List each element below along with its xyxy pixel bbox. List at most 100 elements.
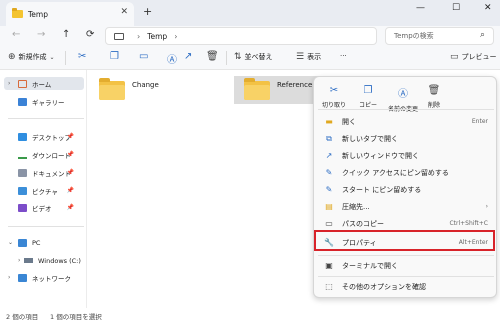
desktop-icon bbox=[18, 132, 27, 141]
refresh-button[interactable]: ⟳ bbox=[86, 29, 94, 40]
sidebar-item-downloads[interactable]: ダウンロード 📌 bbox=[4, 148, 84, 161]
sidebar-item-videos[interactable]: ビデオ 📌 bbox=[4, 201, 84, 214]
preview-button[interactable]: ▭ プレビュー bbox=[450, 52, 497, 62]
sidebar-item-windows-drive[interactable]: › Windows (C:) bbox=[14, 254, 86, 267]
sidebar-item-gallery[interactable]: ギャラリー bbox=[4, 95, 84, 108]
sidebar-label: ダウンロード bbox=[32, 151, 71, 160]
paste-icon[interactable]: ▭ bbox=[139, 51, 148, 62]
copy-icon: ❐ bbox=[363, 85, 373, 96]
sidebar-item-desktop[interactable]: デスクトップ 📌 bbox=[4, 130, 84, 143]
sidebar-item-pc[interactable]: ⌄ PC bbox=[4, 236, 84, 249]
breadcrumb-temp[interactable]: Temp bbox=[147, 32, 167, 41]
sidebar-label: ホーム bbox=[32, 80, 52, 89]
expand-caret[interactable]: › bbox=[8, 274, 10, 281]
share-icon[interactable]: ↗ bbox=[184, 51, 192, 62]
view-label: 表示 bbox=[307, 53, 322, 61]
close-window-button[interactable]: ✕ bbox=[484, 3, 492, 13]
new-label: 新規作成 bbox=[18, 53, 47, 61]
menu-shortcut: Ctrl+Shift+C bbox=[449, 220, 488, 227]
pc-icon bbox=[114, 32, 124, 40]
tab-close-icon[interactable]: ✕ bbox=[120, 7, 128, 17]
expand-caret[interactable]: ⌄ bbox=[8, 239, 13, 246]
minimize-button[interactable]: — bbox=[416, 3, 425, 13]
highlight-box bbox=[314, 230, 495, 251]
document-icon bbox=[18, 168, 27, 177]
sidebar-item-documents[interactable]: ドキュメント 📌 bbox=[4, 166, 84, 179]
sort-button[interactable]: ⇅ 並べ替え bbox=[234, 52, 273, 62]
copy-icon[interactable]: ❐ bbox=[110, 51, 119, 62]
submenu-chevron-icon: › bbox=[485, 203, 488, 210]
folder-item[interactable]: Change bbox=[89, 76, 219, 104]
menu-item-open-terminal[interactable]: ▣ ターミナルで開く bbox=[318, 257, 494, 274]
search-icon: ⌕ bbox=[479, 30, 485, 40]
folder-icon bbox=[244, 77, 270, 100]
menu-item-open-new-window[interactable]: ↗ 新しいウィンドウで開く bbox=[318, 147, 494, 164]
menu-divider bbox=[318, 109, 494, 110]
home-icon bbox=[18, 79, 27, 88]
pin-icon: 📌 bbox=[66, 187, 74, 194]
folder-name: Change bbox=[132, 81, 159, 89]
search-placeholder: Tempの検索 bbox=[394, 32, 434, 40]
menu-item-compress[interactable]: ▤ 圧縮先... › bbox=[318, 198, 494, 215]
delete-icon[interactable]: 🗑 bbox=[206, 51, 219, 62]
cut-icon[interactable]: ✂ bbox=[78, 51, 86, 62]
new-button[interactable]: ⊕ 新規作成 ⌄ bbox=[8, 52, 58, 62]
cut-icon: ✂ bbox=[329, 85, 339, 96]
pin-icon: 📌 bbox=[66, 151, 74, 158]
maximize-button[interactable]: ☐ bbox=[452, 3, 460, 13]
menu-label: クイック アクセスにピン留めする bbox=[342, 168, 449, 177]
status-bar: 2 個の項目 1 個の項目を選択 bbox=[0, 308, 500, 322]
menu-item-pin-quick-access[interactable]: ✎ クイック アクセスにピン留めする bbox=[318, 164, 494, 181]
expand-caret[interactable]: › bbox=[18, 257, 20, 264]
sidebar-label: ギャラリー bbox=[32, 98, 65, 107]
menu-label: スタート にピン留めする bbox=[342, 185, 422, 194]
sidebar-item-home[interactable]: › ホーム bbox=[4, 77, 84, 90]
expand-caret[interactable]: › bbox=[8, 80, 10, 87]
network-icon bbox=[18, 273, 27, 282]
back-button[interactable]: ← bbox=[12, 29, 20, 40]
sidebar-divider bbox=[8, 118, 84, 119]
sidebar-label: PC bbox=[32, 238, 41, 247]
sidebar-item-pictures[interactable]: ピクチャ 📌 bbox=[4, 184, 84, 197]
folder-icon: ▬ bbox=[325, 117, 333, 126]
forward-button[interactable]: → bbox=[37, 29, 45, 40]
sidebar-label: Windows (C:) bbox=[38, 256, 81, 265]
rename-icon[interactable]: Ⓐ bbox=[167, 51, 177, 66]
sidebar-label: ドキュメント bbox=[32, 169, 71, 178]
search-input[interactable]: Tempの検索 ⌕ bbox=[385, 27, 494, 45]
menu-label: ターミナルで開く bbox=[342, 261, 398, 270]
sidebar-label: デスクトップ bbox=[32, 133, 71, 142]
context-menu: ✂ 切り取り ❐ コピー Ⓐ 名前の変更 🗑 削除 ▬ 開く Enter ⧉ 新… bbox=[313, 76, 497, 298]
address-path[interactable]: › Temp › bbox=[105, 27, 377, 45]
copy-label: コピー bbox=[358, 102, 377, 109]
menu-label: 新しいウィンドウで開く bbox=[342, 151, 419, 160]
navigation-pane: › ホーム ギャラリー デスクトップ 📌 ダウンロード 📌 ドキュメント 📌 ピ… bbox=[0, 70, 86, 308]
tab-temp[interactable]: Temp ✕ bbox=[6, 2, 134, 26]
sidebar-label: ピクチャ bbox=[32, 187, 58, 196]
menu-item-open-new-tab[interactable]: ⧉ 新しいタブで開く bbox=[318, 130, 494, 147]
more-options-button[interactable]: ··· bbox=[340, 52, 347, 60]
sidebar-label: ネットワーク bbox=[32, 274, 71, 283]
cut-label: 切り取り bbox=[321, 102, 346, 109]
new-window-icon: ↗ bbox=[325, 151, 333, 160]
pin-icon: ✎ bbox=[325, 168, 333, 177]
menu-item-more-options[interactable]: ⬚ その他のオプションを確認 bbox=[318, 278, 494, 295]
drive-icon bbox=[24, 258, 33, 263]
view-button[interactable]: ☰ 表示 bbox=[296, 52, 321, 62]
sidebar-item-network[interactable]: › ネットワーク bbox=[4, 271, 84, 284]
menu-label: 開く bbox=[342, 117, 356, 126]
menu-divider bbox=[318, 276, 494, 277]
zip-icon: ▤ bbox=[325, 202, 333, 211]
video-icon bbox=[18, 203, 27, 212]
preview-pane-icon: ▭ bbox=[450, 52, 459, 62]
new-tab-button[interactable]: + bbox=[143, 5, 152, 18]
toolbar-divider bbox=[226, 51, 227, 65]
up-button[interactable]: ↑ bbox=[62, 29, 70, 40]
folder-icon bbox=[99, 77, 125, 100]
menu-shortcut: Enter bbox=[471, 118, 488, 125]
menu-item-pin-start[interactable]: ✎ スタート にピン留めする bbox=[318, 181, 494, 198]
folder-item-selected[interactable]: Reference bbox=[234, 76, 320, 104]
tab-label: Temp bbox=[28, 9, 48, 19]
menu-item-open[interactable]: ▬ 開く Enter bbox=[318, 113, 494, 130]
terminal-icon: ▣ bbox=[325, 261, 333, 270]
